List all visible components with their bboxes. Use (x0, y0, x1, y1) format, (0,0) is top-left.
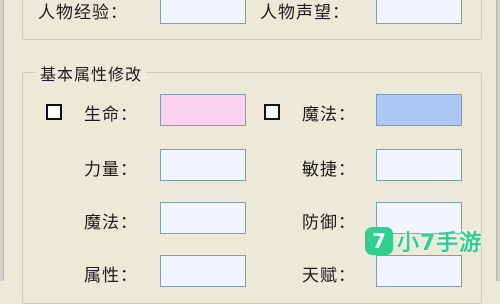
strength-field[interactable] (160, 149, 246, 181)
strength-label: 力量： (84, 160, 138, 180)
mp-field[interactable] (376, 94, 462, 126)
hp-field[interactable] (160, 94, 246, 126)
talent-label: 天赋： (302, 266, 356, 286)
basic-attributes-title: 基本属性修改 (36, 61, 147, 85)
hp-lock-checkbox[interactable] (46, 104, 62, 120)
reputation-label: 人物声望： (260, 3, 350, 23)
watermark: 7 小7手游 (365, 225, 482, 257)
agility-field[interactable] (376, 149, 462, 181)
attribute-label: 属性： (84, 266, 138, 286)
attribute-field[interactable] (160, 255, 246, 287)
agility-label: 敏捷： (302, 160, 356, 180)
watermark-logo-icon: 7 (365, 227, 393, 255)
window-frame-right (496, 0, 500, 281)
defense-label: 防御： (302, 213, 356, 233)
experience-label: 人物经验： (38, 3, 128, 23)
mp-label: 魔法： (302, 105, 356, 125)
window-frame-left (0, 0, 4, 281)
experience-field[interactable] (160, 0, 246, 24)
reputation-field[interactable] (376, 0, 462, 24)
mp-lock-checkbox[interactable] (264, 104, 280, 120)
magic-field[interactable] (160, 202, 246, 234)
magic-label: 魔法： (84, 213, 138, 233)
hp-label: 生命： (84, 105, 138, 125)
talent-field[interactable] (376, 255, 462, 287)
watermark-text: 小7手游 (397, 231, 483, 256)
